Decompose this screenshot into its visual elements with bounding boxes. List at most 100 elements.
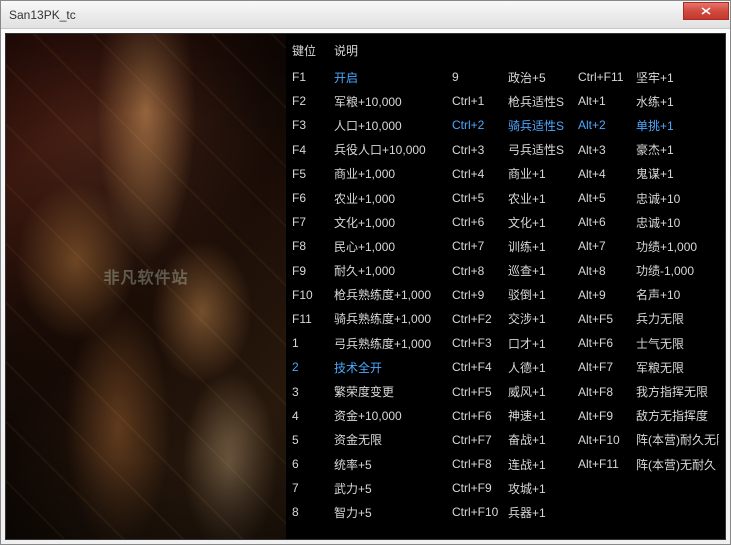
- header-key: 键位: [292, 42, 334, 59]
- cheat-row[interactable]: F11骑兵熟练度+1,000Ctrl+F2交涉+1Alt+F5兵力无限: [292, 307, 719, 331]
- cell: 6: [292, 457, 334, 471]
- cell: 资金无限: [334, 431, 452, 448]
- cell: 我方指挥无限: [636, 383, 719, 400]
- cell: 驳倒+1: [508, 286, 578, 303]
- close-icon: [701, 7, 711, 15]
- cell: 攻城+1: [508, 480, 578, 497]
- cell: 连战+1: [508, 456, 578, 473]
- cell: 弓兵适性S: [508, 141, 578, 158]
- cell: 开启: [334, 69, 452, 86]
- cell: 骑兵熟练度+1,000: [334, 310, 452, 327]
- cell: 文化+1: [508, 214, 578, 231]
- cell: F3: [292, 118, 334, 132]
- cell: 弓兵熟练度+1,000: [334, 335, 452, 352]
- cell: F4: [292, 143, 334, 157]
- cell: 文化+1,000: [334, 214, 452, 231]
- cell: F10: [292, 288, 334, 302]
- cell: F6: [292, 191, 334, 205]
- cheat-row[interactable]: F1开启9政治+5Ctrl+F11坚牢+1: [292, 65, 719, 89]
- cell: F1: [292, 70, 334, 84]
- cell: 耐久+1,000: [334, 262, 452, 279]
- cheat-row[interactable]: F10枪兵熟练度+1,000Ctrl+9驳倒+1Alt+9名声+10: [292, 283, 719, 307]
- cheat-row[interactable]: 8 智力+5Ctrl+F10兵器+1: [292, 500, 719, 524]
- cheat-row[interactable]: 6 统率+5Ctrl+F8连战+1Alt+F11阵(本营)无耐久: [292, 452, 719, 476]
- cell: F11: [292, 312, 334, 326]
- cheat-row[interactable]: F8民心+1,000Ctrl+7训练+1Alt+7功绩+1,000: [292, 234, 719, 258]
- cell: 阵(本营)无耐久: [636, 456, 719, 473]
- cell: Ctrl+3: [452, 143, 508, 157]
- cell: 名声+10: [636, 286, 719, 303]
- cheat-row[interactable]: 1弓兵熟练度+1,000Ctrl+F3口才+1Alt+F6士气无限: [292, 331, 719, 355]
- game-artwork: 非凡软件站: [6, 34, 286, 539]
- cell: Ctrl+9: [452, 288, 508, 302]
- cheat-row[interactable]: F9耐久+1,000Ctrl+8巡查+1Alt+8功绩-1,000: [292, 259, 719, 283]
- cheat-row[interactable]: F3人口+10,000Ctrl+2骑兵适性SAlt+2单挑+1: [292, 113, 719, 137]
- cell: 功绩+1,000: [636, 238, 719, 255]
- cell: Alt+7: [578, 239, 636, 253]
- cell: 农业+1,000: [334, 190, 452, 207]
- cell: 人口+10,000: [334, 117, 452, 134]
- cheat-row[interactable]: 2技术全开Ctrl+F4人德+1Alt+F7军粮无限: [292, 355, 719, 379]
- cell: 口才+1: [508, 335, 578, 352]
- cell: 训练+1: [508, 238, 578, 255]
- cheat-row[interactable]: F5商业+1,000Ctrl+4商业+1Alt+4鬼谋+1: [292, 162, 719, 186]
- cell: 1: [292, 336, 334, 350]
- cell: 9: [452, 70, 508, 84]
- cell: Ctrl+F3: [452, 336, 508, 350]
- cell: 交涉+1: [508, 310, 578, 327]
- app-window: San13PK_tc 非凡软件站 键位 说明 F1开启9政治+5Ctrl+F11…: [0, 0, 731, 545]
- cell: 单挑+1: [636, 117, 719, 134]
- cell: Ctrl+6: [452, 215, 508, 229]
- cell: Alt+9: [578, 288, 636, 302]
- cell: Ctrl+2: [452, 118, 508, 132]
- cheat-row[interactable]: F2军粮+10,000Ctrl+1枪兵适性SAlt+1水练+1: [292, 89, 719, 113]
- cell: Alt+F8: [578, 385, 636, 399]
- cell: 政治+5: [508, 69, 578, 86]
- cell: 士气无限: [636, 335, 719, 352]
- cell: 智力+5: [334, 504, 452, 521]
- cell: 忠诚+10: [636, 190, 719, 207]
- cell: Alt+4: [578, 167, 636, 181]
- cell: Ctrl+F9: [452, 481, 508, 495]
- window-controls: [684, 1, 730, 28]
- cell: Alt+F11: [578, 457, 636, 471]
- cell: Ctrl+F11: [578, 70, 636, 84]
- cheat-row[interactable]: 7 武力+5Ctrl+F9攻城+1: [292, 476, 719, 500]
- cheat-row[interactable]: 4资金+10,000Ctrl+F6神速+1Alt+F9敌方无指挥度: [292, 404, 719, 428]
- cell: 人德+1: [508, 359, 578, 376]
- cell: Ctrl+F10: [452, 505, 508, 519]
- cell: 神速+1: [508, 407, 578, 424]
- cheat-row[interactable]: F6农业+1,000Ctrl+5农业+1Alt+5忠诚+10: [292, 186, 719, 210]
- cell: F8: [292, 239, 334, 253]
- cell: 枪兵熟练度+1,000: [334, 286, 452, 303]
- cell: Ctrl+4: [452, 167, 508, 181]
- cell: Ctrl+5: [452, 191, 508, 205]
- cell: 奋战+1: [508, 431, 578, 448]
- cell: 军粮+10,000: [334, 93, 452, 110]
- cell: Alt+6: [578, 215, 636, 229]
- cell: 繁荣度变更: [334, 383, 452, 400]
- cheat-row[interactable]: 5资金无限Ctrl+F7奋战+1Alt+F10阵(本营)耐久无限: [292, 428, 719, 452]
- cheat-row[interactable]: 3繁荣度变更Ctrl+F5威风+1Alt+F8我方指挥无限: [292, 379, 719, 403]
- cell: 威风+1: [508, 383, 578, 400]
- titlebar[interactable]: San13PK_tc: [1, 1, 730, 29]
- cell: 民心+1,000: [334, 238, 452, 255]
- cell: Alt+F6: [578, 336, 636, 350]
- close-button[interactable]: [683, 2, 729, 20]
- cell: 2: [292, 360, 334, 374]
- cell: 3: [292, 385, 334, 399]
- cell: 统率+5: [334, 456, 452, 473]
- cheat-grid: F1开启9政治+5Ctrl+F11坚牢+1F2军粮+10,000Ctrl+1枪兵…: [292, 65, 719, 525]
- client-area: 非凡软件站 键位 说明 F1开启9政治+5Ctrl+F11坚牢+1F2军粮+10…: [5, 33, 726, 540]
- cell: Ctrl+F7: [452, 433, 508, 447]
- cell: Ctrl+7: [452, 239, 508, 253]
- cell: 兵力无限: [636, 310, 719, 327]
- cell: Alt+F9: [578, 409, 636, 423]
- cheat-row[interactable]: F4兵役人口+10,000Ctrl+3弓兵适性SAlt+3豪杰+1: [292, 138, 719, 162]
- cheat-row[interactable]: F7文化+1,000Ctrl+6文化+1Alt+6忠诚+10: [292, 210, 719, 234]
- cell: Ctrl+F8: [452, 457, 508, 471]
- cell: Alt+2: [578, 118, 636, 132]
- cell: 7: [292, 481, 334, 495]
- cell: 农业+1: [508, 190, 578, 207]
- cell: 兵器+1: [508, 504, 578, 521]
